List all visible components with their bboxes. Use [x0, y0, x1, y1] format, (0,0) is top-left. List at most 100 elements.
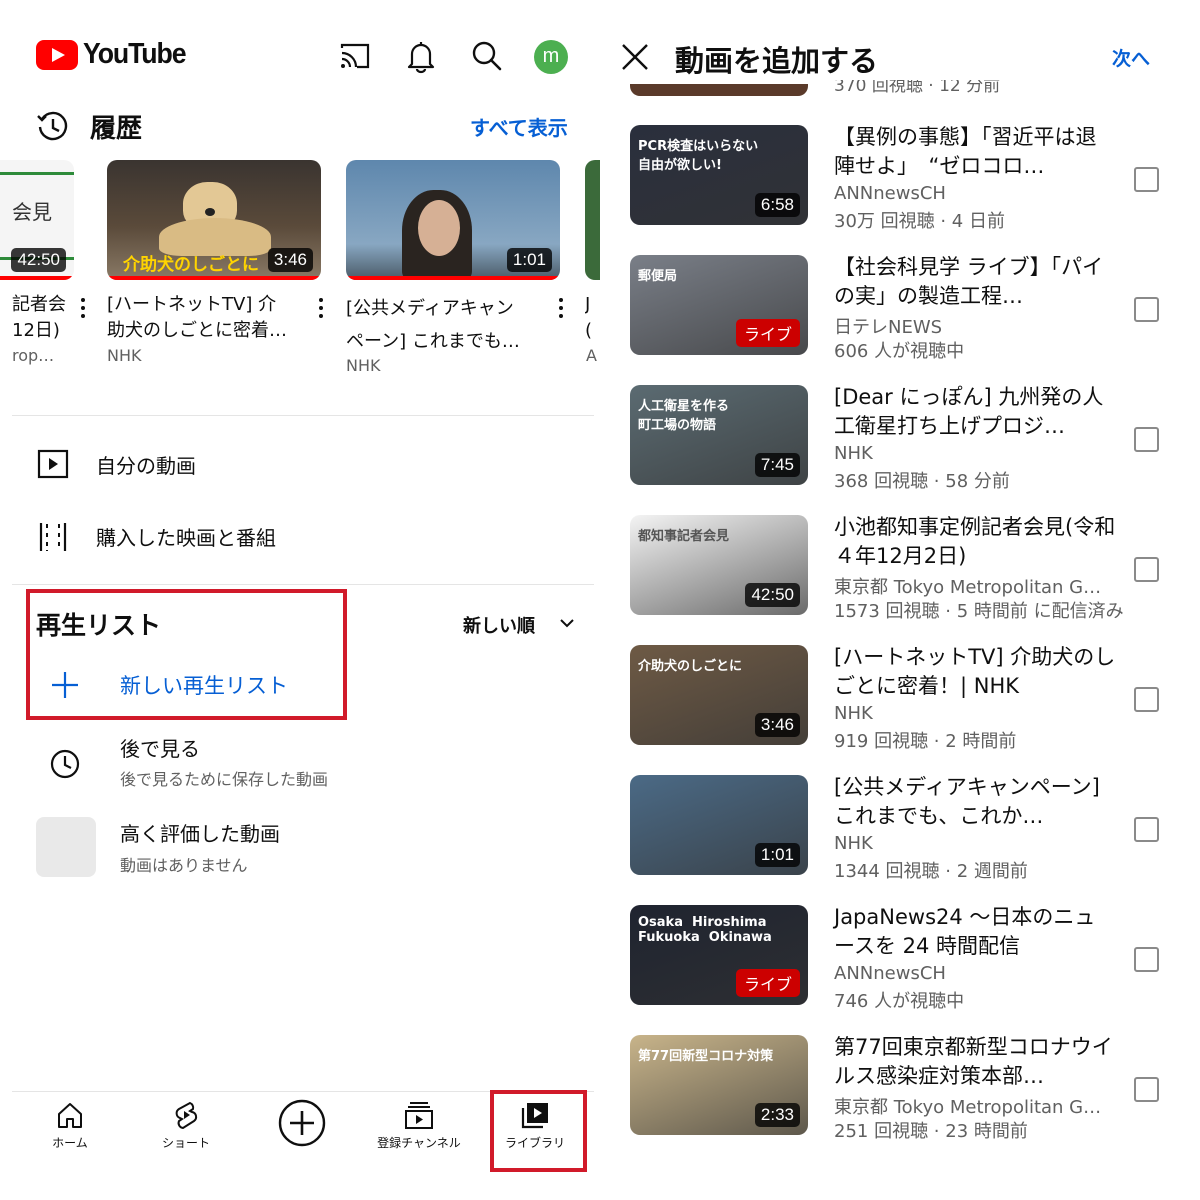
youtube-logo[interactable]: YouTube: [36, 38, 194, 71]
nav-home[interactable]: ホーム: [20, 1100, 120, 1151]
more-options-icon[interactable]: [558, 298, 564, 320]
plus-icon[interactable]: [48, 668, 82, 702]
playlist-liked-thumbnail[interactable]: [36, 817, 96, 877]
video-channel: 東京都 Tokyo Metropolitan G…: [834, 1097, 1102, 1118]
play-box-icon: [37, 449, 69, 479]
video-title: [ハートネットTV] 介助犬のしごとに密着！| NHK: [834, 645, 1116, 698]
thumbnail-caption: 介助犬のしごとに: [638, 659, 743, 674]
video-select-checkbox[interactable]: [1134, 817, 1159, 842]
video-channel: 日テレNEWS: [834, 317, 943, 338]
menu-my-videos[interactable]: 自分の動画: [96, 450, 196, 479]
video-thumbnail[interactable]: 第77回新型コロナ対策 2:33: [630, 1035, 808, 1135]
video-thumbnail[interactable]: PCR検査はいらない 自由が欲しい! 6:58: [630, 125, 808, 225]
video-thumb-partial: [630, 84, 808, 96]
video-channel: 東京都 Tokyo Metropolitan G…: [834, 577, 1102, 598]
history-title-public-media[interactable]: [公共メディアキャン ペーン] これまでも…: [346, 292, 546, 358]
history-thumb-guide-dog[interactable]: 介助犬のしごとに 3:46: [107, 160, 321, 280]
next-button[interactable]: 次へ: [1112, 44, 1150, 71]
video-channel: NHK: [834, 833, 873, 854]
film-strip-icon: [39, 523, 67, 551]
video-title: 第77回東京都新型コロナウイルス感染症対策本部…: [834, 1035, 1113, 1088]
chevron-down-icon[interactable]: [558, 614, 576, 632]
video-select-checkbox[interactable]: [1134, 297, 1159, 322]
video-meta: 1573 回視聴 · 5 時間前 に配信済み: [834, 601, 1124, 622]
thumbnail-caption: Osaka Hiroshima Fukuoka Okinawa: [638, 915, 772, 945]
nav-shorts[interactable]: ショート: [136, 1100, 236, 1151]
video-meta: 746 人が視聴中: [834, 991, 965, 1012]
video-channel: NHK: [834, 443, 873, 464]
more-options-icon[interactable]: [80, 298, 86, 320]
video-meta: 919 回視聴 · 2 時間前: [834, 731, 1017, 752]
history-thumb-partial-right[interactable]: [585, 160, 600, 280]
video-title: 【異例の事態】「習近平は退陣せよ」 “ゼロコロ…: [834, 125, 1097, 178]
video-meta: 30万 回視聴 · 4 日前: [834, 211, 1005, 232]
show-all-history-link[interactable]: すべて表示: [470, 112, 568, 141]
shorts-icon: [175, 1101, 198, 1130]
video-select-checkbox[interactable]: [1134, 1077, 1159, 1102]
video-select-checkbox[interactable]: [1134, 687, 1159, 712]
video-channel: NHK: [834, 703, 873, 724]
video-thumbnail[interactable]: 郵便局ライブ: [630, 255, 808, 355]
duration-badge: 42:50: [11, 248, 66, 272]
more-options-icon[interactable]: [318, 298, 324, 320]
video-title: [公共メディアキャンペーン] これまでも、これか…: [834, 775, 1100, 828]
video-title: 【社会科見学 ライブ】「パイの実」の製造工程…: [834, 255, 1104, 308]
playlist-liked-videos[interactable]: 高く評価した動画: [120, 818, 280, 847]
video-channel: ANNnewsCH: [834, 963, 946, 984]
live-badge: ライブ: [735, 969, 800, 997]
history-thumb-partial-left[interactable]: 会見 42:50: [0, 160, 74, 280]
account-avatar[interactable]: m: [534, 40, 568, 74]
thumbnail-caption: PCR検査はいらない 自由が欲しい!: [638, 139, 759, 173]
duration-badge: 1:01: [506, 248, 552, 272]
video-select-checkbox[interactable]: [1134, 167, 1159, 192]
video-title: 小池都知事定例記者会見(令和４年12月2日): [834, 515, 1116, 568]
thumbnail-caption: 人工衛星を作る 町工場の物語: [638, 399, 730, 433]
video-meta: 606 人が視聴中: [834, 341, 965, 362]
thumbnail-caption: 第77回新型コロナ対策: [638, 1049, 774, 1064]
video-meta: 251 回視聴 · 23 時間前: [834, 1121, 1028, 1142]
duration-badge: 7:45: [754, 453, 800, 477]
home-icon: [58, 1103, 82, 1128]
close-icon[interactable]: [620, 42, 650, 72]
search-icon[interactable]: [469, 38, 505, 74]
video-title: [Dear にっぽん] 九州発の人工衛星打ち上げプロジ…: [834, 385, 1104, 438]
history-title-guide-dog[interactable]: [ハートネットTV] 介 助犬のしごとに密着…: [107, 292, 307, 344]
video-thumbnail[interactable]: 人工衛星を作る 町工場の物語 7:45: [630, 385, 808, 485]
menu-purchases[interactable]: 購入した映画と番組: [96, 522, 276, 551]
playlists-title: 再生リスト: [36, 611, 162, 640]
nav-create[interactable]: [252, 1098, 352, 1148]
duration-badge: 6:58: [754, 193, 800, 217]
sort-dropdown[interactable]: 新しい順: [463, 612, 535, 638]
duration-badge: 1:01: [754, 843, 800, 867]
video-meta: 368 回視聴 · 58 分前: [834, 471, 1010, 492]
thumbnail-caption: 郵便局: [638, 269, 678, 284]
divider: [12, 415, 594, 416]
create-plus-icon: [278, 1099, 326, 1147]
duration-badge: 42:50: [745, 583, 800, 607]
playlist-watch-later[interactable]: 後で見る: [120, 733, 200, 762]
duration-badge: 2:33: [754, 1103, 800, 1127]
highlight-box-library: [490, 1090, 587, 1172]
thumbnail-caption: 都知事記者会見: [638, 529, 730, 544]
add-videos-screen: 動画を追加する 次へ 370 回視聴 · 12 分前 PCR検査はいらない 自由…: [600, 0, 1200, 1200]
library-screen: YouTube m 履歴 すべて表示 会見 42:50 記者会 12日) rop…: [0, 0, 600, 1200]
video-meta: 1344 回視聴 · 2 週間前: [834, 861, 1028, 882]
video-thumbnail[interactable]: 1:01: [630, 775, 808, 875]
video-select-checkbox[interactable]: [1134, 557, 1159, 582]
history-title-partial-left: 記者会 12日): [12, 294, 66, 341]
live-badge: ライブ: [735, 319, 800, 347]
video-thumbnail[interactable]: 都知事記者会見 42:50: [630, 515, 808, 615]
clock-icon: [50, 749, 80, 779]
video-select-checkbox[interactable]: [1134, 947, 1159, 972]
video-select-checkbox[interactable]: [1134, 427, 1159, 452]
video-thumbnail[interactable]: 介助犬のしごとに 3:46: [630, 645, 808, 745]
divider: [12, 584, 594, 585]
nav-subscriptions[interactable]: 登録チャンネル: [369, 1100, 469, 1151]
cast-icon[interactable]: [337, 38, 373, 74]
history-title: 履歴: [90, 114, 143, 144]
notifications-bell-icon[interactable]: [403, 38, 439, 74]
history-thumb-public-media[interactable]: 1:01: [346, 160, 560, 280]
video-thumbnail[interactable]: Osaka Hiroshima Fukuoka Okinawa ライブ: [630, 905, 808, 1005]
new-playlist-button[interactable]: 新しい再生リスト: [120, 670, 288, 700]
video-title: JapaNews24 ～日本のニュースを 24 時間配信: [834, 905, 1096, 958]
